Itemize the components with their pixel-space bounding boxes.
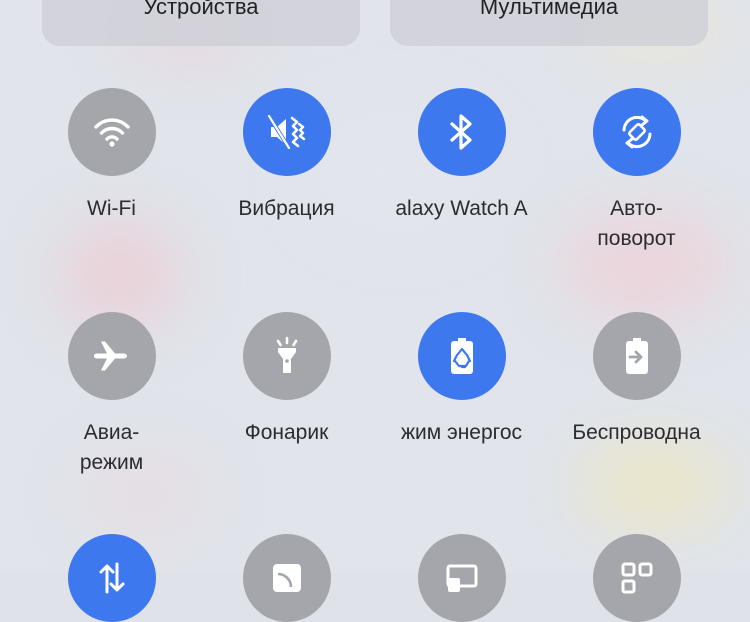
auto-rotate-icon: [622, 115, 652, 149]
screen-share-icon: [446, 564, 478, 592]
tile-label-line2: поворот: [597, 227, 676, 250]
tile-label: Вибрация: [238, 197, 335, 220]
auto-rotate-toggle[interactable]: [593, 88, 681, 176]
bluetooth-toggle[interactable]: [418, 88, 506, 176]
airplane-icon: [94, 341, 127, 371]
cast-toggle[interactable]: [243, 534, 331, 622]
power-saving-toggle[interactable]: [418, 312, 506, 400]
qr-scanner-toggle[interactable]: [593, 534, 681, 622]
vibrate-icon: [267, 114, 306, 150]
cast-icon: [273, 564, 301, 592]
flashlight-toggle[interactable]: [243, 312, 331, 400]
airplane-toggle[interactable]: [68, 312, 156, 400]
flashlight-icon: [276, 336, 298, 373]
screen-share-toggle[interactable]: [418, 534, 506, 622]
tile-label: alaxy Watch A: [395, 197, 528, 220]
media-button[interactable]: Мультимедиа: [390, 0, 708, 46]
mobile-data-icon: [99, 562, 125, 594]
vibration-toggle[interactable]: [243, 88, 331, 176]
tile-label: Фонарик: [244, 421, 329, 444]
qr-scanner-icon: [621, 562, 653, 594]
wifi-toggle[interactable]: [68, 88, 156, 176]
wireless-powershare-icon: [626, 338, 648, 374]
tile-label: Авто-: [610, 197, 663, 220]
tile-label: Авиа-: [83, 421, 140, 444]
blurred-background: [0, 0, 750, 573]
media-label: Мультимедиа: [479, 0, 619, 19]
bluetooth-icon: [450, 114, 472, 150]
devices-label: Устройства: [143, 0, 259, 19]
wireless-powershare-toggle[interactable]: [593, 312, 681, 400]
tile-label-line2: режим: [79, 451, 144, 474]
power-saving-icon: [451, 338, 473, 374]
wifi-icon: [94, 118, 130, 147]
mobile-data-toggle[interactable]: [68, 534, 156, 622]
tile-label: Беспроводна: [572, 421, 701, 444]
tile-label: жим энергос: [400, 421, 523, 444]
tile-label: Wi-Fi: [87, 197, 136, 220]
devices-button[interactable]: Устройства: [42, 0, 360, 46]
